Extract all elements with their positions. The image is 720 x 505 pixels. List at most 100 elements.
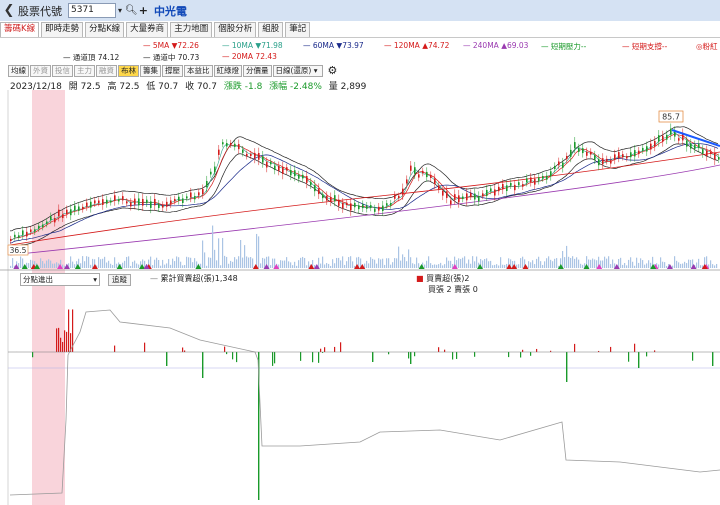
volume-bar <box>500 257 502 268</box>
candle-body <box>114 195 116 201</box>
candle-body <box>354 202 356 208</box>
volume-bar <box>378 258 380 268</box>
candle-body <box>326 195 328 201</box>
volume-bar <box>174 261 176 268</box>
candle-body <box>530 177 532 183</box>
broker-select[interactable]: 分點進出 ▾ <box>20 273 100 286</box>
volume-bar <box>42 261 44 268</box>
volume-bar <box>204 252 206 268</box>
candle-body <box>382 205 384 212</box>
svg-text:36.5: 36.5 <box>10 246 27 255</box>
volume-bar <box>458 258 460 268</box>
volume-bar <box>382 258 384 268</box>
volume-bar <box>644 264 646 268</box>
volume-bar <box>106 262 108 268</box>
volume-bar <box>566 245 568 268</box>
volume-bar <box>430 263 432 268</box>
volume-bar <box>386 258 388 268</box>
volume-bar <box>216 260 218 268</box>
volume-bar <box>690 259 692 268</box>
candle-body <box>190 192 192 198</box>
volume-bar <box>494 264 496 268</box>
volume-bar <box>426 260 428 268</box>
candle-body <box>74 205 76 211</box>
candle-body <box>634 150 636 157</box>
candle-body <box>666 134 668 140</box>
signal-marker <box>74 264 81 269</box>
candle-body <box>374 208 376 212</box>
volume-bar <box>582 264 584 268</box>
volume-bar <box>74 264 76 268</box>
candle-body <box>238 144 240 150</box>
candle-body <box>678 138 680 141</box>
price-high-label: 85.7 <box>658 110 684 123</box>
volume-bar <box>438 264 440 268</box>
chart-canvas[interactable]: 85.7 36.5 <box>0 0 720 505</box>
candle-body <box>206 181 208 188</box>
volume-bars <box>10 225 718 268</box>
volume-bar <box>578 259 580 268</box>
candle-body <box>714 152 716 160</box>
volume-bar <box>418 263 420 268</box>
volume-bar <box>630 257 632 268</box>
volume-bar <box>166 263 168 268</box>
candle-body <box>54 218 56 223</box>
candle-body <box>290 170 292 176</box>
buy-bar <box>64 330 66 352</box>
signal-marker <box>690 264 697 269</box>
candle-body <box>30 229 32 232</box>
track-button[interactable]: 追蹤 <box>108 273 131 286</box>
volume-bar <box>170 264 172 268</box>
volume-bar <box>608 256 610 268</box>
volume-bar <box>108 260 110 268</box>
candle-body <box>690 143 692 149</box>
buy-bar <box>340 342 342 352</box>
volume-bar <box>398 246 400 268</box>
volume-bar <box>496 264 498 268</box>
volume-bar <box>260 263 262 268</box>
candle-body <box>62 214 64 219</box>
volume-bar <box>186 256 188 268</box>
signal-marker <box>116 264 123 269</box>
candle-body <box>406 179 408 184</box>
volume-bar <box>650 262 652 268</box>
volume-bar <box>324 264 326 268</box>
volume-bar <box>486 258 488 268</box>
candle-body <box>702 149 704 154</box>
volume-bar <box>434 264 436 268</box>
candle-body <box>38 225 40 229</box>
candle-body <box>386 203 388 206</box>
candle-body <box>454 194 456 200</box>
buy-bar <box>522 349 524 352</box>
candle-body <box>46 221 48 225</box>
candle-body <box>26 231 28 237</box>
volume-bar <box>256 233 258 268</box>
candle-body <box>146 199 148 204</box>
candle-body <box>58 209 60 217</box>
volume-bar <box>128 256 130 268</box>
volume-bar <box>206 265 208 268</box>
candle-body <box>90 201 92 208</box>
volume-bar <box>104 256 106 268</box>
volume-bar <box>468 259 470 268</box>
volume-bar <box>190 257 192 268</box>
candle-body <box>278 165 280 171</box>
volume-bar <box>294 261 296 268</box>
volume-bar <box>326 263 328 268</box>
candle-body <box>282 167 284 174</box>
sell-bar <box>474 352 476 357</box>
volume-bar <box>160 265 162 268</box>
volume-bar <box>464 256 466 268</box>
candle-body <box>302 174 304 179</box>
buy-bar <box>68 309 70 352</box>
buy-bar <box>634 343 636 352</box>
volume-bar <box>698 258 700 268</box>
candle-body <box>502 183 504 190</box>
volume-bar <box>20 256 22 268</box>
highlight-band <box>32 90 65 505</box>
sell-bar <box>166 352 168 366</box>
volume-bar <box>176 256 178 268</box>
volume-bar <box>374 259 376 268</box>
volume-bar <box>640 258 642 268</box>
volume-bar <box>210 257 212 268</box>
